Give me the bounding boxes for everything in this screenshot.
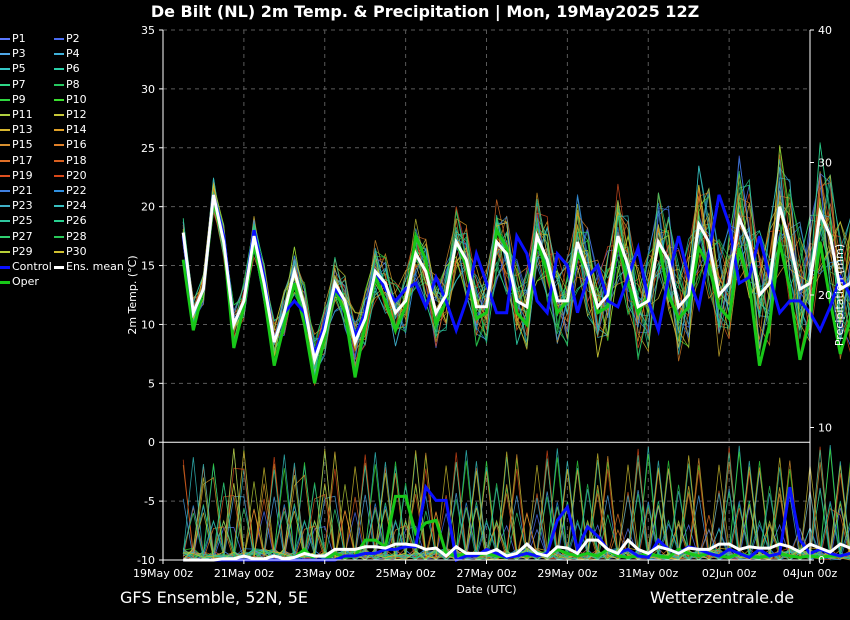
y-tick-label-right: 0 xyxy=(818,554,825,567)
y-tick-label-right: 30 xyxy=(818,157,832,170)
x-tick-label: 31May 00z xyxy=(618,567,678,580)
x-tick-label: 04Jun 00z xyxy=(783,567,838,580)
y-tick-label-left: 10 xyxy=(141,318,155,331)
members-layer xyxy=(182,142,850,561)
y-axis-label-right: Precipitation (mm) xyxy=(833,244,846,346)
footer-source: GFS Ensemble, 52N, 5E xyxy=(120,588,308,607)
y-tick-label-right: 40 xyxy=(818,24,832,37)
y-tick-label-left: -5 xyxy=(144,495,155,508)
x-tick-label: 02Jun 00z xyxy=(702,567,757,580)
y-tick-label-left: 35 xyxy=(141,24,155,37)
x-tick-label: 19May 00z xyxy=(133,567,193,580)
y-tick-label-left: 15 xyxy=(141,260,155,273)
x-axis-label: Date (UTC) xyxy=(456,583,516,596)
x-tick-label: 27May 00z xyxy=(456,567,516,580)
y-tick-label-left: 0 xyxy=(148,436,155,449)
y-axis-label-left: 2m Temp. (°C) xyxy=(126,255,139,334)
x-tick-label: 21May 00z xyxy=(214,567,274,580)
chart-svg: -10 -5 0 5 10 15 20 25 30 35 0 10 20 30 40 19May 00z 21M… xyxy=(126,24,850,596)
y-tick-label-right: 20 xyxy=(818,289,832,302)
x-tick-label: 25May 00z xyxy=(376,567,436,580)
y-tick-label-left: 30 xyxy=(141,83,155,96)
x-tick-label: 23May 00z xyxy=(295,567,355,580)
y-tick-label-right: 10 xyxy=(818,422,832,435)
footer-site: Wetterzentrale.de xyxy=(650,588,795,607)
y-tick-label-left: 25 xyxy=(141,142,155,155)
y-tick-label-left: -10 xyxy=(137,554,155,567)
y-tick-label-left: 20 xyxy=(141,201,155,214)
x-tick-label: 29May 00z xyxy=(537,567,597,580)
y-tick-label-left: 5 xyxy=(148,377,155,390)
